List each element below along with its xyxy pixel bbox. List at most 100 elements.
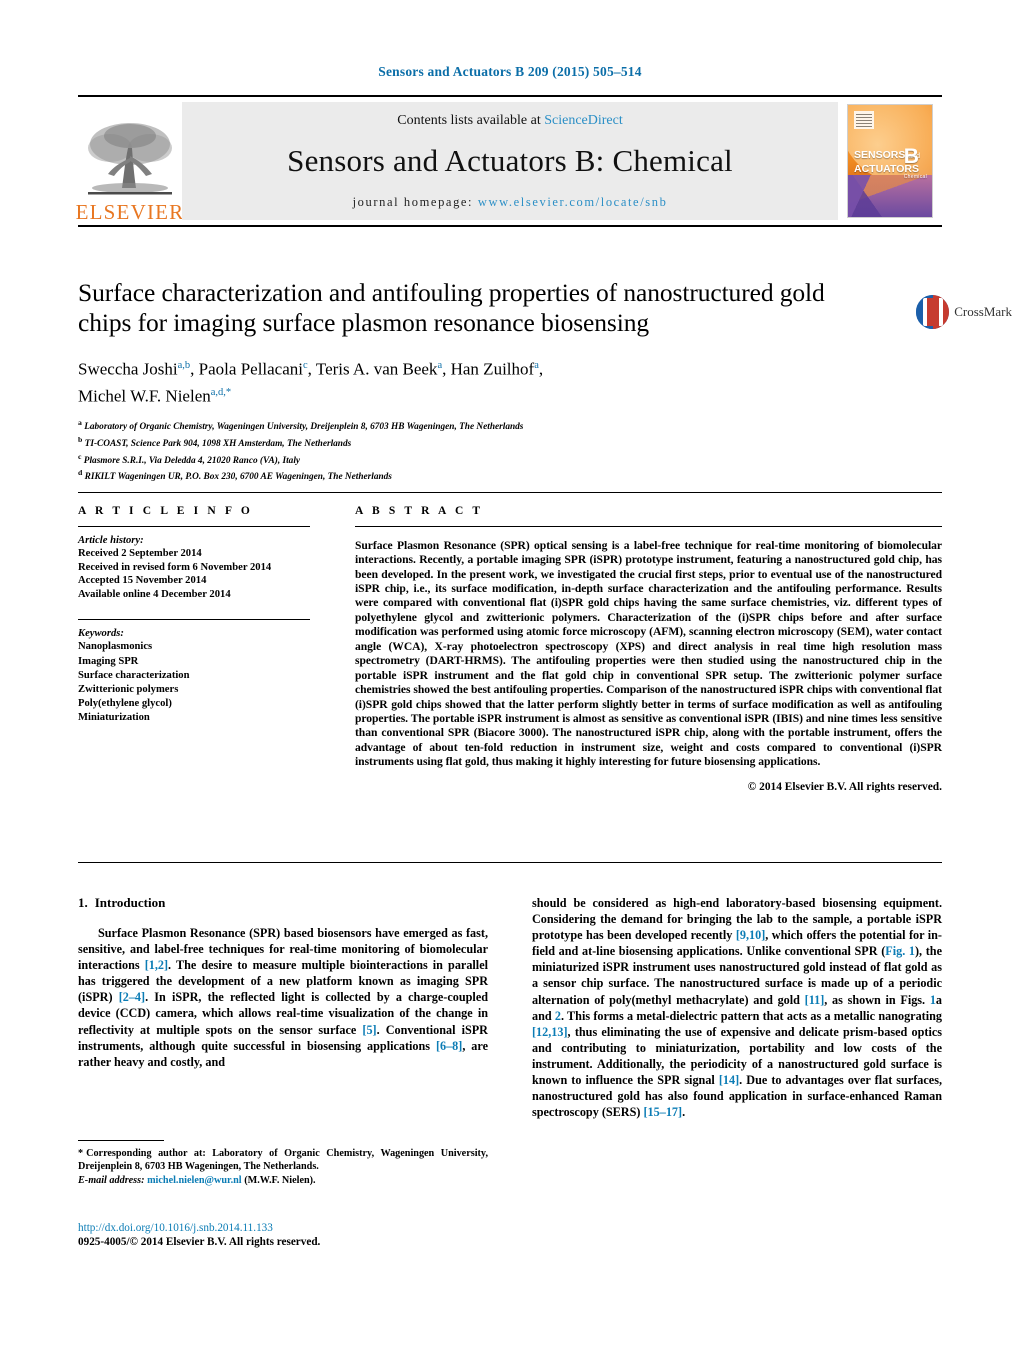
email-label: E-mail address: <box>78 1175 145 1187</box>
author-affil-mark: a,b <box>177 360 191 371</box>
footnote-rule <box>78 1140 164 1141</box>
footnote-star: * <box>78 1148 84 1159</box>
right-column: should be considered as high-end laborat… <box>532 895 942 1120</box>
affiliation-item: c Plasmore S.R.I., Via Deledda 4, 21020 … <box>78 451 942 468</box>
article-info-heading: A R T I C L E I N F O <box>78 505 253 517</box>
text-run: . This forms a metal-dielectric pattern … <box>560 1008 942 1023</box>
body-columns: 1. Introduction Surface Plasmon Resonance… <box>78 895 942 1120</box>
citation-link[interactable]: [6–8] <box>436 1039 462 1053</box>
elsevier-logo: ELSEVIER <box>75 97 185 225</box>
affiliation-item: a Laboratory of Organic Chemistry, Wagen… <box>78 417 942 434</box>
footnote-text: * Corresponding author at: Laboratory of … <box>78 1147 488 1173</box>
issn-copyright-line: 0925-4005/© 2014 Elsevier B.V. All right… <box>78 1236 321 1248</box>
affiliation-list: a Laboratory of Organic Chemistry, Wagen… <box>78 417 942 484</box>
article-info-panel: A R T I C L E I N F O Article history: R… <box>78 505 310 726</box>
cover-series-letter: B Chemical <box>903 145 927 187</box>
doi-link[interactable]: http://dx.doi.org/10.1016/j.snb.2014.11.… <box>78 1221 578 1235</box>
footnote-email-line: E-mail address: michel.nielen@wur.nl (M.… <box>78 1174 488 1187</box>
author-name: Paola Pellacani <box>198 359 303 379</box>
section-number: 1. <box>78 895 88 910</box>
email-owner: (M.W.F. Nielen). <box>244 1175 316 1187</box>
journal-title: Sensors and Actuators B: Chemical <box>287 142 733 178</box>
page-title: Surface characterization and antifouling… <box>78 278 825 337</box>
contents-available-line: Contents lists available at ScienceDirec… <box>397 113 623 129</box>
crossmark-icon <box>916 295 950 329</box>
text-run: , as shown in Figs. <box>824 992 930 1007</box>
author-affil-mark: c <box>303 360 308 371</box>
masthead-center: Contents lists available at ScienceDirec… <box>182 102 838 220</box>
affiliation-item: d RIKILT Wageningen UR, P.O. Box 230, 67… <box>78 467 942 484</box>
elsevier-wordmark: ELSEVIER <box>75 200 185 224</box>
running-head: Sensors and Actuators B 209 (2015) 505–5… <box>378 64 642 79</box>
contents-prefix: Contents lists available at <box>397 112 545 128</box>
affil-text: RIKILT Wageningen UR, P.O. Box 230, 6700… <box>84 472 392 483</box>
keywords-label: Keywords: <box>78 628 124 640</box>
section-heading-introduction: 1. Introduction <box>78 895 488 911</box>
affil-text: TI-COAST, Science Park 904, 1098 XH Amst… <box>84 439 352 450</box>
abstract-text: Surface Plasmon Resonance (SPR) optical … <box>355 538 942 769</box>
journal-masthead: ELSEVIER Contents lists available at Sci… <box>75 95 942 227</box>
crossmark-inner-red <box>927 298 939 326</box>
cover-artwork: SENSORS and ACTUATORS B Chemical <box>847 104 933 218</box>
section-title: Introduction <box>94 895 166 910</box>
affil-mark: b <box>78 435 83 444</box>
keyword-item: Miniaturization <box>78 712 150 724</box>
sciencedirect-link[interactable]: ScienceDirect <box>544 113 623 128</box>
affil-mark: a <box>78 418 82 428</box>
cover-elsevier-mark <box>854 111 874 129</box>
crossmark-badge[interactable]: CrossMark <box>916 286 1012 338</box>
paper-page: Sensors and Actuators B 209 (2015) 505–5… <box>0 0 1020 1351</box>
history-item: Accepted 15 November 2014 <box>78 575 207 587</box>
history-item: Available online 4 December 2014 <box>78 588 231 600</box>
corresponding-author-footnote: * Corresponding author at: Laboratory of … <box>78 1140 488 1188</box>
citation-link[interactable]: [1,2] <box>145 958 168 972</box>
crossmark-label: CrossMark <box>954 304 1012 319</box>
abstract-heading: A B S T R A C T <box>355 505 484 517</box>
keyword-item: Poly(ethylene glycol) <box>78 698 172 710</box>
intro-paragraph-left: Surface Plasmon Resonance (SPR) based bi… <box>78 925 488 1070</box>
author-affil-mark: a <box>437 360 443 371</box>
author-name: Han Zuilhof <box>450 359 535 379</box>
figure-link[interactable]: Fig. 1 <box>885 944 915 958</box>
author-name: Teris A. van Beek <box>315 359 438 379</box>
author-affil-mark: a <box>534 360 539 371</box>
article-info-divider <box>78 526 310 527</box>
history-item: Received in revised form 6 November 2014 <box>78 561 272 573</box>
cover-letter-subtitle: Chemical <box>903 174 927 180</box>
affiliation-item: b TI-COAST, Science Park 904, 1098 XH Am… <box>78 434 942 451</box>
author-list: Sweccha Joshia,b, Paola Pellacanic, Teri… <box>78 359 544 406</box>
keywords-divider <box>78 619 310 621</box>
author-name: Sweccha Joshi <box>78 359 178 379</box>
citation-link[interactable]: [9,10] <box>736 928 765 942</box>
cover-letter-b: B <box>903 145 919 168</box>
affil-mark: c <box>78 451 82 461</box>
journal-cover-thumbnail: SENSORS and ACTUATORS B Chemical <box>838 97 942 225</box>
intro-paragraph-right: should be considered as high-end laborat… <box>532 895 942 1120</box>
keyword-item: Imaging SPR <box>78 655 139 667</box>
email-link[interactable]: michel.nielen@wur.nl <box>147 1175 242 1186</box>
history-item: Received 2 September 2014 <box>78 548 202 559</box>
author-name: Michel W.F. Nielen <box>78 386 211 406</box>
journal-homepage-line: journal homepage: www.elsevier.com/locat… <box>353 195 668 210</box>
footer-identifiers: http://dx.doi.org/10.1016/j.snb.2014.11.… <box>78 1221 578 1249</box>
affil-text: Plasmore S.R.I., Via Deledda 4, 21020 Ra… <box>83 455 301 466</box>
abstract-panel: A B S T R A C T Surface Plasmon Resonanc… <box>355 505 942 793</box>
abstract-divider <box>355 526 942 527</box>
keyword-item: Surface characterization <box>78 669 190 681</box>
keyword-item: Nanoplasmonics <box>78 641 153 653</box>
citation-link[interactable]: [14] <box>719 1073 739 1087</box>
citation-link[interactable]: [11] <box>805 993 825 1007</box>
citation-link[interactable]: [15–17] <box>644 1105 683 1119</box>
citation-link[interactable]: [12,13] <box>532 1025 568 1039</box>
citation-link[interactable]: [5] <box>362 1023 376 1037</box>
cover-line1: SENSORS <box>854 149 906 161</box>
homepage-label: journal homepage: <box>352 194 478 209</box>
citation-link[interactable]: [2–4] <box>119 990 145 1004</box>
keyword-item: Zwitterionic polymers <box>78 683 179 695</box>
title-block: Surface characterization and antifouling… <box>78 278 942 484</box>
abstract-bottom-rule <box>78 862 942 863</box>
left-column: 1. Introduction Surface Plasmon Resonance… <box>78 895 488 1120</box>
affil-mark: d <box>78 468 83 478</box>
homepage-url-link[interactable]: www.elsevier.com/locate/snb <box>478 195 668 209</box>
text-run: . <box>682 1105 686 1120</box>
